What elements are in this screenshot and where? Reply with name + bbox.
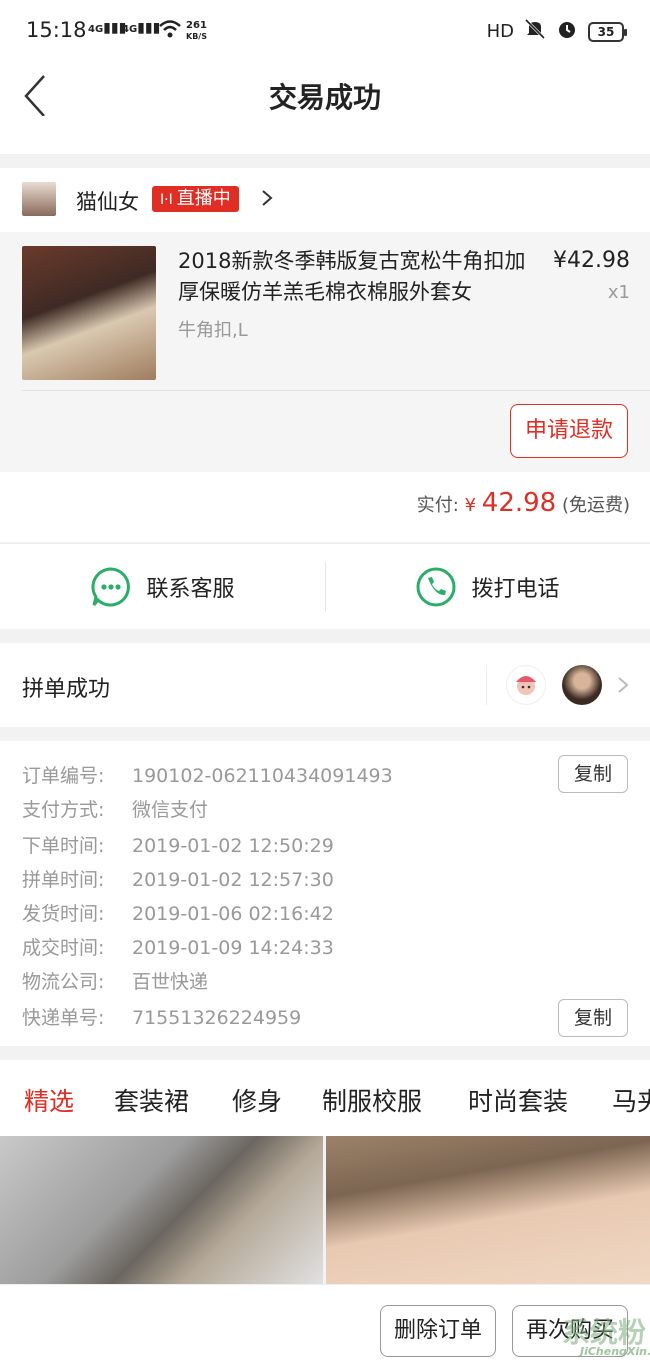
shop-avatar xyxy=(22,182,56,216)
battery-level: 35 xyxy=(597,24,615,39)
signal-icon-2: 4G▮▮▮ xyxy=(122,20,161,36)
category-tabs: 精选 套装裙 修身 制服校服 时尚套装 马夹 xyxy=(0,1060,650,1136)
watermark: 系统粉 JiChengXin.com xyxy=(562,1311,650,1358)
battery-icon: 35 xyxy=(588,21,627,42)
member-avatar xyxy=(506,665,546,705)
payment-note: (免运费) xyxy=(561,495,630,516)
alarm-icon xyxy=(556,18,578,45)
product-thumbnail[interactable] xyxy=(22,246,156,380)
tab-fashion-set[interactable]: 时尚套装 xyxy=(468,1082,568,1118)
status-right-icons: HD 35 xyxy=(486,18,627,45)
network-speed-unit: KB/S xyxy=(186,32,207,41)
network-speed: 261 KB/S xyxy=(186,20,207,42)
order-info-value: 2019-01-09 14:24:33 xyxy=(132,937,334,959)
order-info-key: 拼单时间: xyxy=(22,869,105,891)
live-icon: Ι·Ι xyxy=(160,192,173,208)
divider xyxy=(486,665,487,705)
order-info-key: 物流公司: xyxy=(22,971,105,993)
tab-slim[interactable]: 修身 xyxy=(232,1082,282,1118)
order-info-value: 71551326224959 xyxy=(132,1007,302,1029)
order-info-row: 物流公司: 百世快递 xyxy=(22,967,208,994)
chevron-right-icon xyxy=(262,190,273,206)
product-card[interactable]: 2018新款冬季韩版复古宽松牛角扣加厚保暖仿羊羔毛棉衣棉服外套女 ¥42.98 … xyxy=(0,232,650,472)
copy-tracking-number-button[interactable]: 复制 xyxy=(558,999,628,1037)
order-info-value: 2019-01-06 02:16:42 xyxy=(132,903,334,925)
contact-row: 联系客服 拨打电话 xyxy=(0,543,650,629)
signal-icon-1: 4G▮▮▮ xyxy=(88,20,127,36)
member-avatar xyxy=(562,665,602,705)
hd-indicator: HD xyxy=(486,21,514,42)
chat-icon xyxy=(91,567,131,607)
order-info-value: 微信支付 xyxy=(132,799,209,821)
order-info-value: 190102-062110434091493 xyxy=(132,765,393,787)
order-info-row: 发货时间: 2019-01-06 02:16:42 xyxy=(22,899,334,926)
recommendation-image[interactable] xyxy=(326,1136,650,1284)
order-info-row: 拼单时间: 2019-01-02 12:57:30 xyxy=(22,865,334,892)
order-info-row: 订单编号: 190102-062110434091493 xyxy=(22,761,393,788)
wifi-icon xyxy=(158,19,182,44)
shop-name: 猫仙女 xyxy=(76,190,139,214)
title-bar: 交易成功 xyxy=(0,64,650,154)
order-info-row: 支付方式: 微信支付 xyxy=(22,795,208,822)
divider xyxy=(22,390,650,391)
live-badge-label: 直播中 xyxy=(176,188,231,209)
payment-label: 实付: xyxy=(416,495,459,516)
product-quantity: x1 xyxy=(607,282,630,303)
tab-vest[interactable]: 马夹 xyxy=(612,1082,650,1118)
payment-total: 实付: ¥ 42.98 (免运费) xyxy=(0,472,650,542)
order-info: 订单编号: 190102-062110434091493 复制 支付方式: 微信支付… xyxy=(0,741,650,1046)
order-info-key: 成交时间: xyxy=(22,937,105,959)
tab-featured[interactable]: 精选 xyxy=(24,1082,74,1118)
live-badge: Ι·Ι 直播中 xyxy=(152,186,239,212)
network-type-1: 4G xyxy=(88,24,104,35)
product-price: ¥42.98 xyxy=(553,248,630,273)
page-title: 交易成功 xyxy=(268,81,381,114)
network-speed-value: 261 xyxy=(186,20,207,31)
delete-order-button[interactable]: 删除订单 xyxy=(380,1305,496,1357)
order-info-row: 下单时间: 2019-01-02 12:50:29 xyxy=(22,831,334,858)
watermark-url: JiChengXin.com xyxy=(579,1345,650,1358)
call-phone-button[interactable]: 拨打电话 xyxy=(325,544,650,630)
mute-icon xyxy=(524,18,546,45)
tab-uniform[interactable]: 制服校服 xyxy=(322,1082,422,1118)
order-info-row: 快递单号: 71551326224959 xyxy=(22,1003,301,1030)
cartoon-avatar-icon xyxy=(516,676,536,695)
phone-icon xyxy=(416,567,456,607)
status-time: 15:18 xyxy=(26,18,87,42)
bottom-action-bar: 删除订单 再次购买 系统粉 JiChengXin.com xyxy=(0,1284,650,1372)
call-phone-label: 拨打电话 xyxy=(471,577,560,602)
product-spec: 牛角扣,L xyxy=(178,320,248,341)
group-success-row[interactable]: 拼单成功 xyxy=(0,643,650,727)
order-info-key: 快递单号: xyxy=(22,1007,105,1029)
order-info-value: 百世快递 xyxy=(132,971,209,993)
refund-button[interactable]: 申请退款 xyxy=(510,404,628,458)
order-info-key: 订单编号: xyxy=(22,765,105,787)
payment-amount: 42.98 xyxy=(481,488,557,518)
contact-service-button[interactable]: 联系客服 xyxy=(0,544,325,630)
product-title: 2018新款冬季韩版复古宽松牛角扣加厚保暖仿羊羔毛棉衣棉服外套女 xyxy=(178,249,526,304)
order-info-value: 2019-01-02 12:50:29 xyxy=(132,835,334,857)
contact-service-label: 联系客服 xyxy=(146,577,235,602)
copy-order-number-button[interactable]: 复制 xyxy=(558,755,628,793)
status-bar: 15:18 4G▮▮▮ 4G▮▮▮ 261 KB/S HD 35 xyxy=(0,0,650,64)
order-info-key: 支付方式: xyxy=(22,799,105,821)
shop-row[interactable]: 猫仙女 Ι·Ι 直播中 xyxy=(0,168,650,232)
recommendation-image[interactable] xyxy=(0,1136,323,1284)
tab-dress-set[interactable]: 套装裙 xyxy=(114,1082,189,1118)
order-info-row: 成交时间: 2019-01-09 14:24:33 xyxy=(22,933,334,960)
order-info-key: 发货时间: xyxy=(22,903,105,925)
order-info-value: 2019-01-02 12:57:30 xyxy=(132,869,334,891)
recommendation-grid xyxy=(0,1136,650,1284)
payment-currency: ¥ xyxy=(464,495,477,516)
order-info-key: 下单时间: xyxy=(22,835,105,857)
network-type-2: 4G xyxy=(122,24,138,35)
chevron-right-icon xyxy=(618,677,629,693)
group-success-label: 拼单成功 xyxy=(22,677,111,702)
